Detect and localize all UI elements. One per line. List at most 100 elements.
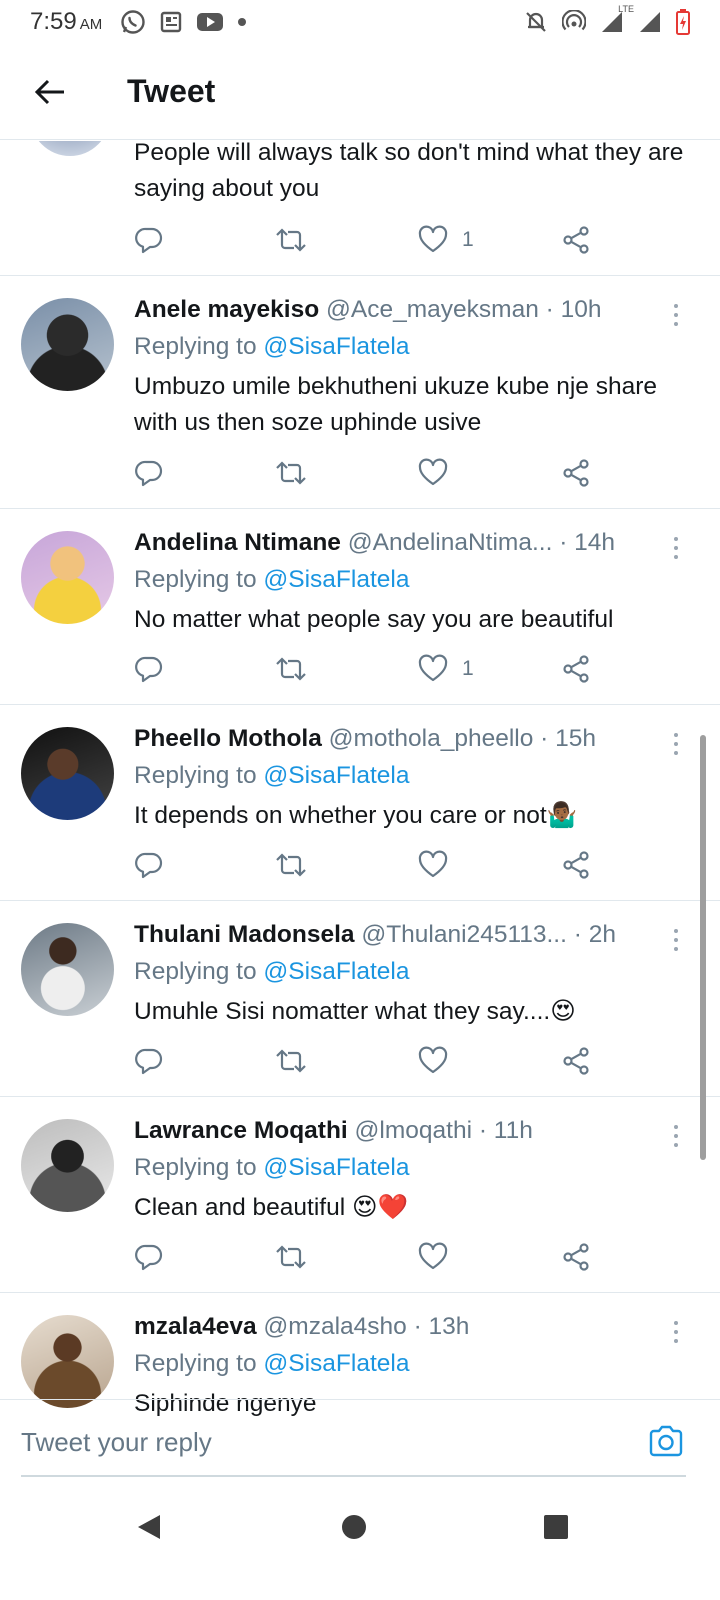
author-name[interactable]: Thulani Madonsela — [134, 921, 355, 948]
reply-button[interactable] — [134, 1242, 164, 1272]
mute-icon — [524, 10, 548, 34]
avatar[interactable] — [21, 727, 114, 820]
tweet-time: · 11h — [478, 1117, 533, 1144]
tweet-header: Andelina Ntimane @AndelinaNtima... · 14h — [134, 525, 674, 561]
nav-recents-button[interactable] — [541, 1512, 571, 1547]
tweet-time: · 13h — [413, 1313, 470, 1340]
author-handle[interactable]: @mzala4sho — [263, 1313, 406, 1340]
like-button[interactable] — [418, 850, 448, 880]
replying-to: Replying to @SisaFlatela — [134, 758, 674, 794]
like-button[interactable]: 1 — [418, 654, 474, 684]
like-button[interactable] — [418, 458, 448, 488]
author-name[interactable]: mzala4eva — [134, 1313, 257, 1340]
reply-button[interactable] — [134, 850, 164, 880]
avatar[interactable] — [21, 298, 114, 391]
more-options-icon[interactable] — [666, 1121, 686, 1151]
avatar[interactable] — [21, 531, 114, 624]
tweet-partial[interactable]: People will always talk so don't mind wh… — [0, 141, 720, 276]
arrow-left-icon — [34, 79, 64, 104]
avatar[interactable] — [21, 923, 114, 1016]
status-time: 7:59 AM — [30, 8, 102, 36]
camera-icon — [649, 1425, 683, 1457]
youtube-icon — [196, 11, 224, 33]
retweet-button[interactable] — [274, 225, 308, 255]
back-button[interactable] — [0, 44, 100, 140]
tweet-actions — [134, 1046, 614, 1080]
reply-tweet[interactable]: Anele mayekiso @Ace_mayeksman · 10h Repl… — [0, 276, 720, 509]
avatar[interactable] — [21, 1119, 114, 1212]
share-button[interactable] — [561, 850, 591, 880]
like-count: 1 — [462, 657, 474, 680]
share-icon — [563, 851, 589, 879]
retweet-button[interactable] — [274, 1046, 308, 1076]
author-handle[interactable]: @lmoqathi — [355, 1117, 472, 1144]
retweet-icon — [276, 1245, 306, 1269]
tweet-body: Lawrance Moqathi @lmoqathi · 11h Replyin… — [134, 1113, 674, 1226]
tweet-time: · 15h — [540, 725, 596, 752]
replies-feed[interactable]: People will always talk so don't mind wh… — [0, 141, 720, 1427]
share-button[interactable] — [561, 225, 591, 255]
retweet-button[interactable] — [274, 850, 308, 880]
status-left-icons — [120, 9, 247, 35]
more-options-icon[interactable] — [666, 729, 686, 759]
author-handle[interactable]: @AndelinaNtima... — [348, 529, 553, 556]
replying-to-handle[interactable]: @SisaFlatela — [263, 1154, 409, 1181]
reply-tweet[interactable]: Thulani Madonsela @Thulani245113... · 2h… — [0, 901, 720, 1097]
retweet-icon — [276, 228, 306, 252]
more-options-icon[interactable] — [666, 300, 686, 330]
replying-to-handle[interactable]: @SisaFlatela — [263, 958, 409, 985]
reply-tweet[interactable]: Lawrance Moqathi @lmoqathi · 11h Replyin… — [0, 1097, 720, 1293]
reply-button[interactable] — [134, 1046, 164, 1076]
signal-icon — [638, 10, 662, 34]
news-icon — [159, 10, 183, 34]
signal-lte-icon: LTE — [600, 4, 634, 34]
reply-button[interactable] — [134, 458, 164, 488]
replying-to-handle[interactable]: @SisaFlatela — [263, 333, 409, 360]
replying-to-handle[interactable]: @SisaFlatela — [263, 1350, 409, 1377]
more-options-icon[interactable] — [666, 1317, 686, 1347]
scrollbar[interactable] — [700, 735, 706, 1160]
tweet-time: · 14h — [559, 529, 616, 556]
tweet-header: Thulani Madonsela @Thulani245113... · 2h — [134, 917, 674, 953]
avatar[interactable] — [21, 1315, 114, 1408]
tweet-actions — [134, 458, 614, 492]
retweet-button[interactable] — [274, 1242, 308, 1272]
retweet-button[interactable] — [274, 458, 308, 488]
status-ampm: AM — [79, 16, 103, 33]
share-button[interactable] — [561, 1242, 591, 1272]
reply-icon — [135, 656, 163, 683]
reply-button[interactable] — [134, 225, 164, 255]
author-name[interactable]: Andelina Ntimane — [134, 529, 341, 556]
tweet-text: Umuhle Sisi nomatter what they say....😍 — [134, 998, 576, 1025]
reply-tweet[interactable]: Andelina Ntimane @AndelinaNtima... · 14h… — [0, 509, 720, 705]
like-button[interactable] — [418, 1046, 448, 1076]
share-button[interactable] — [561, 458, 591, 488]
author-handle[interactable]: @mothola_pheello — [329, 725, 534, 752]
author-name[interactable]: Lawrance Moqathi — [134, 1117, 348, 1144]
tweet-actions — [134, 1242, 614, 1276]
share-button[interactable] — [561, 1046, 591, 1076]
tweet-body: Andelina Ntimane @AndelinaNtima... · 14h… — [134, 525, 674, 638]
nav-back-button[interactable] — [134, 1512, 164, 1547]
reply-tweet[interactable]: Pheello Mothola @mothola_pheello · 15h R… — [0, 705, 720, 901]
author-handle[interactable]: @Thulani245113... — [361, 921, 567, 948]
more-options-icon[interactable] — [666, 533, 686, 563]
reply-button[interactable] — [134, 654, 164, 684]
author-handle[interactable]: @Ace_mayeksman — [326, 296, 539, 323]
replying-to-handle[interactable]: @SisaFlatela — [263, 762, 409, 789]
camera-button[interactable] — [648, 1424, 684, 1463]
reply-input-underline — [21, 1475, 686, 1477]
like-button[interactable]: 1 — [418, 225, 474, 255]
nav-home-button[interactable] — [339, 1512, 369, 1547]
tweet-body: Anele mayekiso @Ace_mayeksman · 10h Repl… — [134, 292, 674, 441]
author-name[interactable]: Anele mayekiso — [134, 296, 319, 323]
retweet-button[interactable] — [274, 654, 308, 684]
avatar[interactable] — [30, 141, 110, 156]
tweet-header: Anele mayekiso @Ace_mayeksman · 10h — [134, 292, 674, 328]
author-name[interactable]: Pheello Mothola — [134, 725, 322, 752]
replying-to-handle[interactable]: @SisaFlatela — [263, 566, 409, 593]
like-button[interactable] — [418, 1242, 448, 1272]
reply-input[interactable] — [21, 1422, 581, 1462]
more-options-icon[interactable] — [666, 925, 686, 955]
share-button[interactable] — [561, 654, 591, 684]
